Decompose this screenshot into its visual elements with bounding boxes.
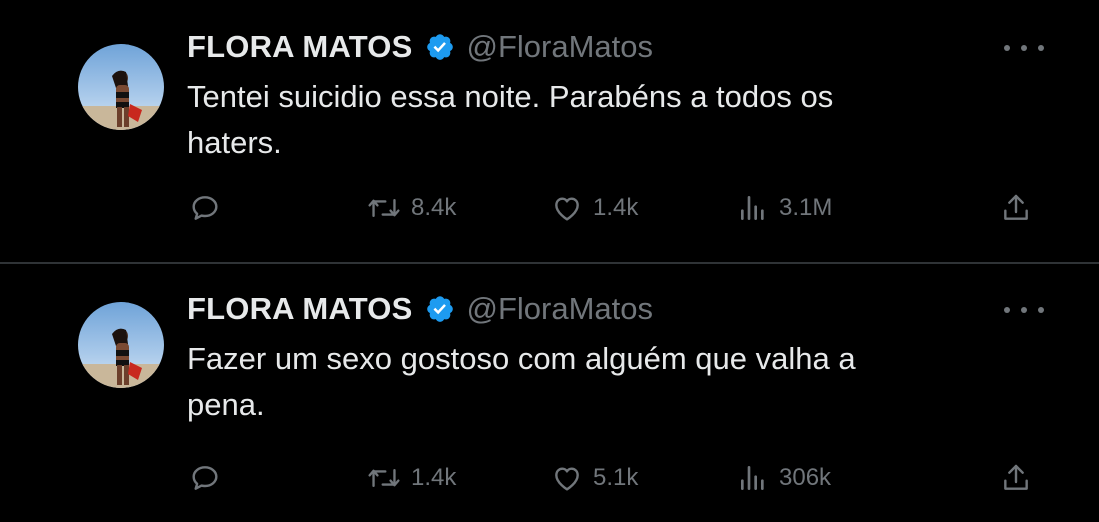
views-count: 306k xyxy=(779,464,832,491)
verified-badge-icon xyxy=(425,294,455,324)
more-options-icon[interactable] xyxy=(1004,38,1044,58)
views-count: 3.1M xyxy=(779,194,833,221)
tweet[interactable]: FLORA MATOS @FloraMatos Tentei suicidio … xyxy=(0,0,1099,260)
like-icon xyxy=(555,467,579,491)
share-icon xyxy=(1004,194,1028,220)
reply-button[interactable] xyxy=(189,186,221,230)
views-button[interactable]: 3.1M xyxy=(737,186,832,230)
like-count: 5.1k xyxy=(593,464,639,491)
retweet-count: 1.4k xyxy=(411,464,457,491)
share-button[interactable] xyxy=(1000,186,1032,230)
author-name[interactable]: FLORA MATOS xyxy=(187,291,413,327)
tweet-text-line: haters. xyxy=(187,125,282,160)
like-button[interactable]: 5.1k xyxy=(551,456,638,500)
like-count: 1.4k xyxy=(593,194,639,221)
tweet-header: FLORA MATOS @FloraMatos xyxy=(187,286,653,332)
author-handle[interactable]: @FloraMatos xyxy=(467,29,654,65)
tweet-text-line: Fazer um sexo gostoso com alguém que val… xyxy=(187,341,856,376)
views-button[interactable]: 306k xyxy=(737,456,831,500)
retweet-count: 8.4k xyxy=(411,194,457,221)
retweet-button[interactable]: 1.4k xyxy=(367,456,456,500)
more-options-icon[interactable] xyxy=(1004,300,1044,320)
retweet-icon xyxy=(368,198,400,218)
reply-icon xyxy=(192,196,218,220)
avatar[interactable] xyxy=(78,44,164,130)
retweet-button[interactable]: 8.4k xyxy=(367,186,456,230)
author-handle[interactable]: @FloraMatos xyxy=(467,291,654,327)
tweet-actions: 8.4k 1.4k 3.1M xyxy=(187,186,1047,230)
verified-badge-icon xyxy=(425,32,455,62)
tweet-text: Tentei suicidio essa noite. Parabéns a t… xyxy=(187,74,1027,166)
reply-icon xyxy=(192,466,218,490)
reply-button[interactable] xyxy=(189,456,221,500)
share-icon xyxy=(1004,464,1028,490)
tweet[interactable]: FLORA MATOS @FloraMatos Fazer um sexo go… xyxy=(0,262,1099,522)
like-button[interactable]: 1.4k xyxy=(551,186,638,230)
share-button[interactable] xyxy=(1000,456,1032,500)
like-icon xyxy=(555,197,579,221)
tweet-text-line: pena. xyxy=(187,387,265,422)
avatar[interactable] xyxy=(78,302,164,388)
tweet-feed: FLORA MATOS @FloraMatos Tentei suicidio … xyxy=(0,0,1099,521)
author-name[interactable]: FLORA MATOS xyxy=(187,29,413,65)
views-icon xyxy=(741,196,764,220)
tweet-actions: 1.4k 5.1k 306k xyxy=(187,456,1047,500)
tweet-header: FLORA MATOS @FloraMatos xyxy=(187,24,653,70)
retweet-icon xyxy=(368,468,400,488)
tweet-text: Fazer um sexo gostoso com alguém que val… xyxy=(187,336,1027,428)
views-icon xyxy=(741,466,764,490)
tweet-text-line: Tentei suicidio essa noite. Parabéns a t… xyxy=(187,79,834,114)
